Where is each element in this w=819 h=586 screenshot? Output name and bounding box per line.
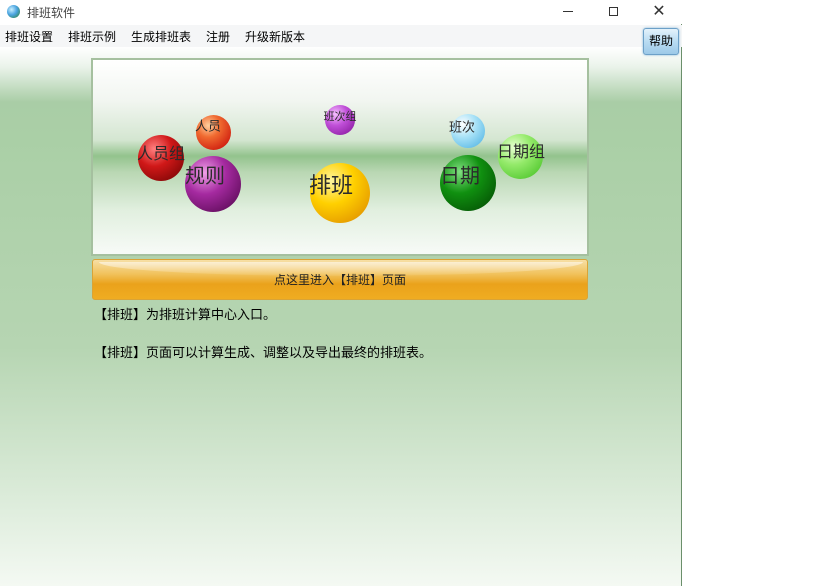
ball-label-schedule: 排班: [308, 174, 354, 199]
ball-label-shift: 班次: [448, 120, 476, 136]
feature-banner[interactable]: 人员 人员组 规则 班次组 排班 班次 日期 日期组: [91, 58, 589, 256]
close-icon: ✕: [652, 1, 666, 20]
menu-item-schedule-settings[interactable]: 排班设置: [5, 28, 53, 45]
title-bar[interactable]: 排班软件 ✕: [0, 0, 682, 24]
description-line-1: 【排班】为排班计算中心入口。: [94, 308, 277, 323]
menu-item-upgrade[interactable]: 升级新版本: [245, 28, 305, 45]
menu-item-schedule-examples[interactable]: 排班示例: [68, 28, 116, 45]
menu-item-generate-schedule[interactable]: 生成排班表: [131, 28, 191, 45]
help-button[interactable]: 帮助: [643, 28, 679, 55]
ball-label-date-group: 日期组: [496, 142, 546, 161]
enter-schedule-button[interactable]: 点这里进入【排班】页面: [92, 259, 588, 300]
enter-schedule-button-label: 点这里进入【排班】页面: [273, 273, 406, 287]
ball-label-staff-group: 人员组: [136, 144, 186, 163]
maximize-icon: [608, 6, 618, 16]
app-window: 排班软件 ✕ 排班设置 排班示例 生成排班表 注册 升级新版本 帮助 人员 人员…: [0, 0, 682, 586]
close-button[interactable]: ✕: [636, 0, 682, 24]
maximize-button[interactable]: [590, 0, 636, 24]
description-line-2: 【排班】页面可以计算生成、调整以及导出最终的排班表。: [94, 346, 433, 361]
minimize-button[interactable]: [545, 0, 591, 24]
app-globe-icon: [7, 5, 20, 18]
ball-label-rules: 规则: [185, 163, 225, 188]
window-title: 排班软件: [27, 6, 76, 20]
ball-label-shift-group: 班次组: [323, 110, 357, 123]
ball-label-staff: 人员: [194, 119, 222, 135]
ball-label-date: 日期: [440, 163, 480, 188]
minimize-icon: [563, 10, 573, 12]
menu-bar: 排班设置 排班示例 生成排班表 注册 升级新版本: [0, 25, 682, 47]
menu-item-register[interactable]: 注册: [206, 28, 230, 45]
